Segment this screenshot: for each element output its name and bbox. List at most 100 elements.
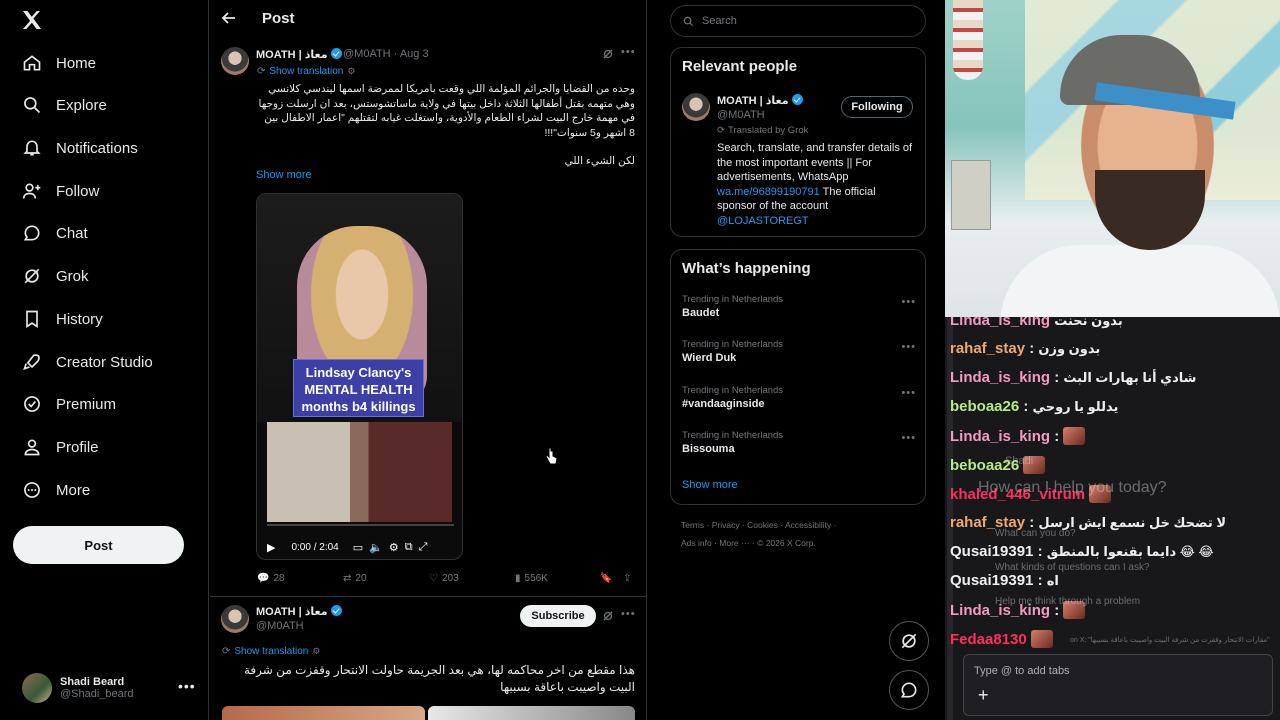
- webcam-stocking: [953, 0, 983, 80]
- views-button[interactable]: ▮ 556K: [515, 573, 548, 584]
- grok-icon[interactable]: [602, 48, 614, 60]
- trend-context: Trending in Netherlands: [682, 294, 784, 305]
- footer-link-more[interactable]: More ···: [719, 538, 749, 548]
- media-thumbnail[interactable]: [222, 706, 425, 720]
- nav-item-home[interactable]: Home: [12, 43, 197, 83]
- show-translation-link[interactable]: ⟳ Show translation ⚙: [257, 66, 355, 77]
- trend-item[interactable]: Trending in Netherlands #vandaaginside •…: [682, 385, 916, 419]
- grok-fab-button[interactable]: [889, 621, 929, 661]
- subscribe-button[interactable]: Subscribe: [520, 605, 596, 627]
- relevant-people-panel: Relevant people MOATH | معاذ @M0ATH Foll…: [670, 47, 926, 237]
- footer-link-privacy[interactable]: Privacy: [712, 520, 740, 530]
- trend-item[interactable]: Trending in Netherlands Wierd Duk •••: [682, 339, 916, 373]
- ghost-overlay-text: Shadi: [1005, 455, 1034, 467]
- chat-username[interactable]: Linda_is_king: [950, 369, 1050, 386]
- bio-mention-link[interactable]: @LOJASTOREGT: [717, 215, 809, 227]
- chat-username[interactable]: beboaa26: [950, 398, 1019, 415]
- like-button[interactable]: ♡ 203: [429, 573, 459, 584]
- messages-fab-button[interactable]: [889, 670, 929, 710]
- nav-item-grok[interactable]: Grok: [12, 256, 197, 296]
- account-switcher[interactable]: Shadi Beard @Shadi_beard: [22, 670, 197, 706]
- footer-link-cookies[interactable]: Cookies: [747, 520, 778, 530]
- chat-username[interactable]: Fedaa8130: [950, 631, 1027, 648]
- handle-text: @M0ATH: [343, 48, 391, 60]
- webcam-wall-phone: [951, 160, 991, 230]
- x-logo-icon[interactable]: [20, 8, 44, 32]
- tweet-author-handle[interactable]: @M0ATH · Aug 3: [343, 48, 429, 60]
- chat-username[interactable]: Linda_is_king: [950, 317, 1050, 329]
- tweet-author-name[interactable]: MOATH | معاذ: [256, 605, 342, 618]
- nav-item-premium[interactable]: Premium: [12, 384, 197, 424]
- nav-item-explore[interactable]: Explore: [12, 85, 197, 125]
- chat-message: Linda_is_king بدون نحنت: [950, 317, 1123, 329]
- pip-icon[interactable]: ⧉: [405, 541, 413, 554]
- tweet-author-name[interactable]: MOATH | معاذ: [256, 48, 342, 61]
- plus-icon[interactable]: +: [978, 685, 989, 706]
- nav-item-more[interactable]: More: [12, 470, 197, 510]
- avatar[interactable]: [682, 93, 710, 121]
- verified-icon: [24, 396, 40, 412]
- nav-item-creator-studio[interactable]: Creator Studio: [12, 342, 197, 382]
- trend-item[interactable]: Trending in Netherlands Baudet •••: [682, 294, 916, 328]
- avatar[interactable]: [221, 605, 249, 633]
- more-options-icon[interactable]: •••: [621, 608, 636, 620]
- more-options-icon[interactable]: •••: [178, 678, 196, 694]
- search-input[interactable]: Search: [670, 5, 926, 37]
- more-options-icon[interactable]: •••: [901, 387, 916, 399]
- following-button[interactable]: Following: [841, 96, 913, 118]
- tweet-author-handle[interactable]: @M0ATH: [256, 620, 304, 632]
- avatar[interactable]: [221, 47, 249, 75]
- more-options-icon[interactable]: •••: [901, 432, 916, 444]
- repost-button[interactable]: ⇄ 20: [343, 573, 367, 584]
- reply-button[interactable]: 💬 28: [257, 573, 285, 584]
- more-options-icon[interactable]: •••: [621, 46, 636, 58]
- volume-icon[interactable]: 🔈: [369, 541, 383, 554]
- show-translation-link[interactable]: ⟳ Show translation ⚙: [222, 646, 320, 657]
- nav-item-chat[interactable]: Chat: [12, 213, 197, 253]
- captions-icon[interactable]: ▭: [353, 541, 363, 554]
- chat-input[interactable]: Type @ to add tabs +: [963, 654, 1273, 716]
- back-arrow-icon[interactable]: [221, 10, 237, 26]
- trend-item[interactable]: Trending in Netherlands Bissouma •••: [682, 430, 916, 464]
- nav-item-history[interactable]: History: [12, 299, 197, 339]
- rocket-icon: [23, 354, 40, 370]
- show-more-link[interactable]: Show more: [256, 169, 312, 181]
- video-player[interactable]: Lindsay Clancy's MENTAL HEALTH months b4…: [256, 193, 463, 560]
- chat-username[interactable]: Linda_is_king: [950, 428, 1050, 445]
- footer-link-ads-info[interactable]: Ads info: [681, 538, 712, 548]
- chat-username[interactable]: Qusai19391: [950, 543, 1033, 560]
- person-handle[interactable]: @M0ATH: [717, 109, 765, 121]
- settings-icon[interactable]: ⚙: [389, 541, 399, 554]
- share-button[interactable]: ⇪: [623, 573, 631, 584]
- footer-link-accessibility[interactable]: Accessibility: [785, 520, 831, 530]
- person-name[interactable]: MOATH | معاذ: [717, 94, 803, 107]
- media-thumbnail[interactable]: [428, 706, 635, 720]
- fullscreen-icon[interactable]: ⤢: [419, 541, 428, 554]
- account-name: Shadi Beard: [60, 676, 125, 688]
- account-handle: @Shadi_beard: [60, 688, 134, 700]
- more-options-icon[interactable]: •••: [901, 296, 916, 308]
- grok-icon: [901, 633, 917, 649]
- translate-icon: ⟳: [257, 66, 266, 77]
- settings-icon: ⚙: [312, 646, 321, 656]
- person-name-text: MOATH | معاذ: [717, 95, 789, 107]
- nav-item-follow[interactable]: Follow: [12, 171, 197, 211]
- video-progress-bar[interactable]: [267, 524, 454, 526]
- chat-username[interactable]: Qusai19391: [950, 572, 1033, 589]
- avatar: [22, 673, 52, 703]
- footer-link-terms[interactable]: Terms: [681, 520, 704, 530]
- webcam-person-beard: [1095, 170, 1205, 250]
- bookmark-button[interactable]: 🔖: [600, 573, 612, 584]
- bio-link[interactable]: wa.me/96899190791: [717, 186, 820, 198]
- show-more-link[interactable]: Show more: [682, 479, 738, 491]
- grok-icon[interactable]: [602, 610, 614, 622]
- play-icon[interactable]: ▶: [267, 541, 275, 554]
- nav-item-notifications[interactable]: Notifications: [12, 128, 197, 168]
- nav-item-profile[interactable]: Profile: [12, 427, 197, 467]
- grok-icon: [24, 268, 40, 284]
- more-options-icon[interactable]: •••: [901, 341, 916, 353]
- chat-username[interactable]: rahaf_stay: [950, 340, 1025, 357]
- post-button[interactable]: Post: [13, 526, 184, 564]
- chat-text: دايما بقنعوا بالمنطق 😂 😂: [1046, 544, 1214, 559]
- translated-by-grok: ⟳ Translated by Grok: [717, 125, 808, 136]
